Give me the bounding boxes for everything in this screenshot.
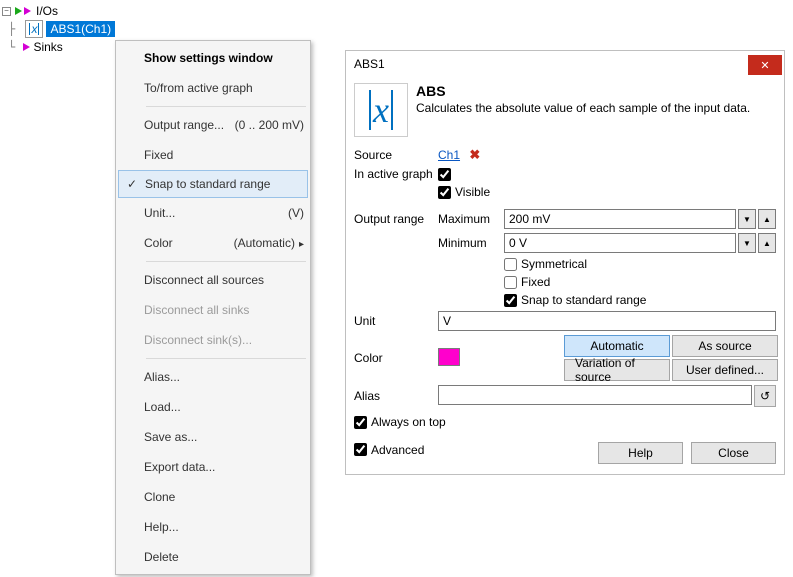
io-tree: − I/Os ├ x ABS1(Ch1) └ Sinks — [2, 2, 115, 56]
menu-separator — [146, 261, 306, 262]
always-on-top-checkbox[interactable] — [354, 416, 367, 429]
check-icon — [119, 177, 145, 191]
menu-output-range[interactable]: Output range...(0 .. 200 mV) — [118, 110, 308, 140]
menu-alias[interactable]: Alias... — [118, 362, 308, 392]
header: x ABS Calculates the absolute value of e… — [354, 83, 776, 137]
remove-source-icon[interactable]: ✖ — [469, 147, 480, 162]
unit-label: Unit — [354, 314, 434, 328]
menu-snap[interactable]: Snap to standard range — [118, 170, 308, 198]
visible-checkbox[interactable] — [438, 186, 451, 199]
arrow-in-icon — [15, 7, 22, 15]
abs-big-icon: x — [354, 83, 408, 137]
header-title: ABS — [416, 83, 750, 99]
reset-alias-button[interactable]: ↺ — [754, 385, 776, 407]
tree-root-row[interactable]: − I/Os — [2, 2, 115, 20]
color-label: Color — [354, 351, 434, 365]
min-down-button[interactable]: ▼ — [738, 233, 756, 253]
menu-delete[interactable]: Delete — [118, 542, 308, 572]
menu-save-as[interactable]: Save as... — [118, 422, 308, 452]
menu-fixed[interactable]: Fixed — [118, 140, 308, 170]
tree-line-icon: ├ — [8, 22, 22, 36]
source-label: Source — [354, 148, 434, 162]
fixed-label: Fixed — [521, 275, 550, 289]
tree-abs-row[interactable]: ├ x ABS1(Ch1) — [2, 20, 115, 38]
settings-window: ABS1 ✕ x ABS Calculates the absolute val… — [345, 50, 785, 475]
unit-input[interactable] — [438, 311, 776, 331]
context-menu: Show settings window To/from active grap… — [115, 40, 311, 575]
menu-help[interactable]: Help... — [118, 512, 308, 542]
header-desc: Calculates the absolute value of each sa… — [416, 101, 750, 115]
min-up-button[interactable]: ▲ — [758, 233, 776, 253]
menu-clone[interactable]: Clone — [118, 482, 308, 512]
snap-checkbox[interactable] — [504, 294, 517, 307]
advanced-checkbox[interactable] — [354, 443, 367, 456]
alias-input[interactable] — [438, 385, 752, 405]
reset-icon: ↺ — [760, 389, 770, 403]
menu-load[interactable]: Load... — [118, 392, 308, 422]
max-up-button[interactable]: ▲ — [758, 209, 776, 229]
visible-label: Visible — [455, 185, 490, 199]
max-input[interactable] — [504, 209, 736, 229]
symmetrical-label: Symmetrical — [521, 257, 587, 271]
always-on-top-label: Always on top — [371, 415, 446, 429]
min-input[interactable] — [504, 233, 736, 253]
min-label: Minimum — [438, 236, 500, 250]
menu-to-from-graph[interactable]: To/from active graph — [118, 73, 308, 103]
as-source-button[interactable]: As source — [672, 335, 778, 357]
menu-separator — [146, 358, 306, 359]
menu-separator — [146, 106, 306, 107]
snap-label: Snap to standard range — [521, 293, 646, 307]
menu-disconnect-sinks: Disconnect all sinks — [118, 295, 308, 325]
color-swatch[interactable] — [438, 348, 460, 366]
user-defined-button[interactable]: User defined... — [672, 359, 778, 381]
abs-node-icon: x — [25, 20, 43, 38]
advanced-label: Advanced — [371, 443, 424, 457]
help-button[interactable]: Help — [598, 442, 683, 464]
collapse-icon[interactable]: − — [2, 7, 11, 16]
max-down-button[interactable]: ▼ — [738, 209, 756, 229]
symmetrical-checkbox[interactable] — [504, 258, 517, 271]
menu-disconnect-sink: Disconnect sink(s)... — [118, 325, 308, 355]
arrow-out-icon — [23, 43, 30, 51]
close-icon[interactable]: ✕ — [748, 55, 782, 75]
arrow-out-icon — [24, 7, 31, 15]
close-button[interactable]: Close — [691, 442, 776, 464]
menu-color[interactable]: Color(Automatic) — [118, 228, 308, 258]
alias-label: Alias — [354, 389, 434, 403]
source-link[interactable]: Ch1 — [438, 148, 460, 162]
tree-root-label: I/Os — [36, 4, 58, 18]
variation-button[interactable]: Variation of source — [564, 359, 670, 381]
titlebar[interactable]: ABS1 ✕ — [346, 51, 784, 77]
in-active-graph-label: In active graph — [354, 167, 434, 181]
max-label: Maximum — [438, 212, 500, 226]
tree-sinks-label: Sinks — [33, 40, 62, 54]
window-title: ABS1 — [346, 57, 748, 71]
tree-abs-label: ABS1(Ch1) — [46, 21, 115, 37]
submenu-arrow-icon — [295, 236, 304, 250]
menu-show-settings[interactable]: Show settings window — [118, 43, 308, 73]
tree-sinks-row[interactable]: └ Sinks — [2, 38, 115, 56]
output-range-label: Output range — [354, 212, 434, 226]
tree-line-icon: └ — [8, 40, 22, 54]
menu-unit[interactable]: Unit...(V) — [118, 198, 308, 228]
menu-export-data[interactable]: Export data... — [118, 452, 308, 482]
automatic-button[interactable]: Automatic — [564, 335, 670, 357]
fixed-checkbox[interactable] — [504, 276, 517, 289]
menu-disconnect-sources[interactable]: Disconnect all sources — [118, 265, 308, 295]
in-active-graph-checkbox[interactable] — [438, 168, 451, 181]
